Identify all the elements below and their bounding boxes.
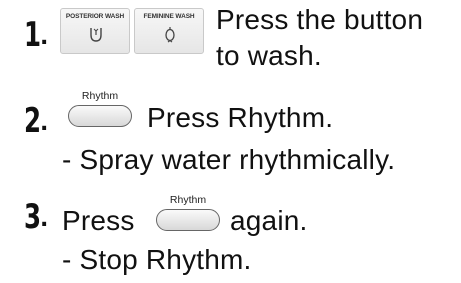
step-3-text-after: again. bbox=[230, 205, 308, 236]
step-1-number: 1 bbox=[24, 15, 42, 55]
feminine-wash-button[interactable]: FEMININE WASH bbox=[134, 8, 204, 54]
step-2-number: 2 bbox=[24, 101, 42, 141]
rhythm-button-label-2: Rhythm bbox=[169, 194, 207, 206]
step-1-dot: . bbox=[40, 25, 49, 50]
step-2-note: - Spray water rhythmically. bbox=[62, 144, 396, 175]
step-1-text-line2: to wash. bbox=[216, 40, 322, 71]
step-3-dot: . bbox=[40, 207, 49, 232]
step-3-number: 3 bbox=[24, 197, 42, 237]
rhythm-button-label: Rhythm bbox=[81, 90, 119, 102]
posterior-wash-label: POSTERIOR WASH bbox=[65, 13, 125, 20]
step-1-text-line1: Press the button bbox=[216, 4, 424, 35]
feminine-wash-icon bbox=[165, 27, 175, 43]
posterior-wash-button[interactable]: POSTERIOR WASH bbox=[60, 8, 130, 54]
posterior-wash-icon bbox=[90, 28, 102, 42]
step-2: 2 . Rhythm Press Rhythm. - Spray water r… bbox=[0, 82, 461, 182]
rhythm-button[interactable] bbox=[68, 105, 132, 127]
step-3: 3 . Press Rhythm again. - Stop Rhythm. bbox=[0, 182, 461, 283]
step-2-dot: . bbox=[40, 111, 49, 136]
step-1: 1 . POSTERIOR WASH FEMININE WASH Press t… bbox=[0, 0, 461, 80]
rhythm-button-2[interactable] bbox=[156, 209, 220, 231]
step-3-note: - Stop Rhythm. bbox=[62, 244, 252, 275]
step-3-text-before: Press bbox=[62, 205, 135, 236]
step-2-text: Press Rhythm. bbox=[147, 102, 334, 133]
feminine-wash-label: FEMININE WASH bbox=[143, 13, 195, 20]
